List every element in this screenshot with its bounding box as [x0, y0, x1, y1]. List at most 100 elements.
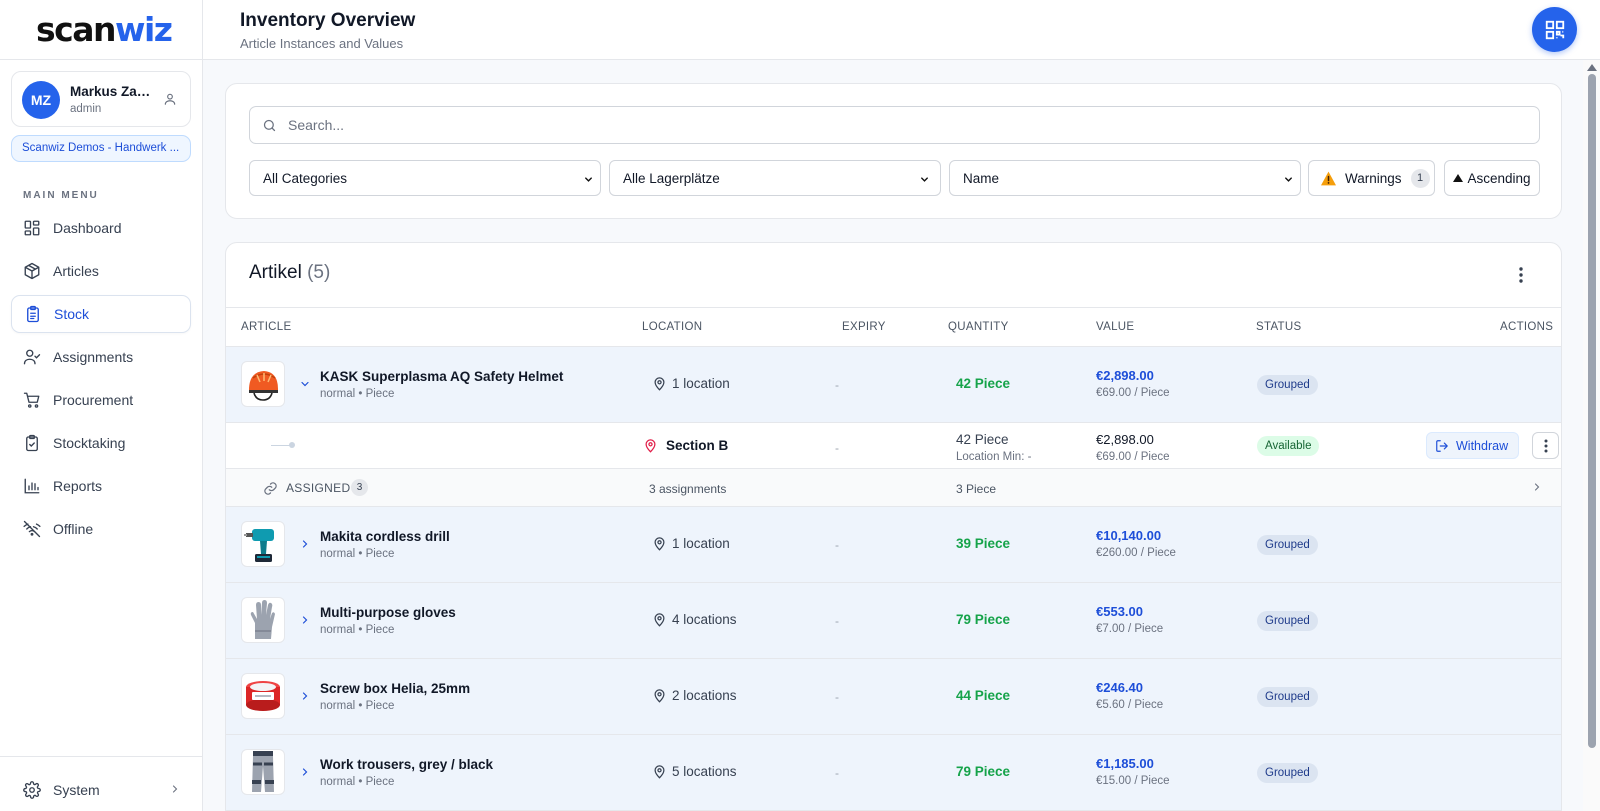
- article-meta: normal • Piece: [320, 700, 395, 712]
- sort-order-button[interactable]: Ascending: [1444, 160, 1540, 196]
- user-profile-icon[interactable]: [163, 92, 177, 106]
- location-select[interactable]: Alle Lagerplätze: [609, 160, 941, 196]
- sidebar-item-assignments[interactable]: Assignments: [11, 338, 191, 376]
- unit-price: €7.00 / Piece: [1096, 623, 1164, 635]
- table-row[interactable]: Makita cordless drill normal • Piece 1 l…: [226, 507, 1561, 583]
- search-box[interactable]: [249, 106, 1540, 144]
- withdraw-button[interactable]: Withdraw: [1426, 432, 1520, 459]
- column-header-value[interactable]: VALUE: [1096, 321, 1134, 333]
- chevron-right-icon[interactable]: [1531, 481, 1543, 493]
- page-title: Inventory Overview: [240, 10, 416, 31]
- unit-price: €69.00 / Piece: [1096, 451, 1170, 463]
- category-select[interactable]: All Categories: [249, 160, 601, 196]
- chevron-right-icon[interactable]: [299, 766, 311, 778]
- article-name[interactable]: Makita cordless drill: [320, 529, 450, 544]
- tree-node-dot: [289, 442, 295, 448]
- map-pin-icon: [654, 613, 665, 627]
- filter-panel: All Categories Alle Lagerplätze Name War…: [225, 83, 1562, 219]
- column-header-actions: ACTIONS: [1500, 321, 1554, 333]
- page-header: Inventory Overview Article Instances and…: [203, 0, 1600, 60]
- location-select-value: Alle Lagerplätze: [623, 170, 720, 186]
- column-header-quantity[interactable]: QUANTITY: [948, 321, 1009, 333]
- assigned-quantity: 3 Piece: [956, 482, 997, 496]
- chevron-right-icon[interactable]: [299, 614, 311, 626]
- table-row[interactable]: Multi-purpose gloves normal • Piece 4 lo…: [226, 583, 1561, 659]
- value-cell: €246.40: [1096, 680, 1143, 695]
- assigned-row[interactable]: ASSIGNED 3 3 assignments 3 Piece: [226, 469, 1561, 507]
- table-row[interactable]: Screw box Helia, 25mm normal • Piece 2 l…: [226, 659, 1561, 735]
- avatar: MZ: [22, 81, 60, 119]
- column-header-status[interactable]: STATUS: [1256, 321, 1301, 333]
- assignments-count: 3 assignments: [649, 482, 727, 496]
- sidebar-item-stocktaking[interactable]: Stocktaking: [11, 424, 191, 462]
- column-header-location[interactable]: LOCATION: [642, 321, 702, 333]
- box-icon: [24, 262, 40, 280]
- unit-price: €15.00 / Piece: [1096, 775, 1170, 787]
- scanwiz-logo[interactable]: scanwiz: [36, 10, 173, 49]
- page-subtitle: Article Instances and Values: [240, 36, 404, 51]
- sort-order-label: Ascending: [1467, 170, 1531, 186]
- status-badge: Available: [1257, 436, 1320, 456]
- sidebar-item-procurement[interactable]: Procurement: [11, 381, 191, 419]
- user-check-icon: [23, 349, 41, 365]
- sidebar-item-stock[interactable]: Stock: [11, 295, 191, 333]
- column-header-article[interactable]: ARTICLE: [241, 321, 291, 333]
- stock-location-row: Section B - 42 Piece Location Min: - €2,…: [226, 423, 1561, 469]
- location-cell: 4 locations: [652, 612, 737, 627]
- status-badge: Grouped: [1257, 687, 1318, 707]
- bar-chart-icon: [24, 478, 40, 494]
- location-cell: 1 location: [652, 376, 730, 391]
- warnings-button[interactable]: Warnings 1: [1308, 160, 1435, 196]
- chevron-right-icon[interactable]: [299, 690, 311, 702]
- qr-code-icon: [1545, 20, 1564, 39]
- column-header-expiry[interactable]: EXPIRY: [842, 321, 886, 333]
- table-title: Artikel (5): [249, 262, 331, 283]
- qr-scan-button[interactable]: [1532, 7, 1577, 52]
- sidebar-item-articles[interactable]: Articles: [11, 252, 191, 290]
- value-cell: €1,185.00: [1096, 756, 1154, 771]
- article-meta: normal • Piece: [320, 388, 395, 400]
- article-name[interactable]: Screw box Helia, 25mm: [320, 681, 470, 696]
- sidebar-item-offline[interactable]: Offline: [11, 510, 191, 548]
- map-pin-icon: [654, 377, 665, 391]
- trousers-image: [241, 749, 285, 795]
- quantity-cell: 39 Piece: [956, 536, 1011, 551]
- scroll-up-arrow[interactable]: [1587, 64, 1597, 71]
- user-card[interactable]: MZ Markus Zau... admin: [11, 71, 191, 127]
- user-name: Markus Zau...: [70, 84, 156, 99]
- value-cell: €2,898.00: [1096, 432, 1154, 447]
- location-cell: 2 locations: [652, 688, 737, 703]
- search-input[interactable]: [288, 108, 1518, 142]
- chevron-right-icon[interactable]: [299, 538, 311, 550]
- sidebar-item-system[interactable]: System: [11, 771, 191, 809]
- scrollbar-thumb[interactable]: [1588, 74, 1596, 748]
- category-select-value: All Categories: [263, 170, 348, 186]
- row-options-button[interactable]: [1532, 432, 1559, 459]
- dashboard-icon: [24, 220, 40, 236]
- unit-price: €69.00 / Piece: [1096, 387, 1170, 399]
- value-cell: €10,140.00: [1096, 528, 1162, 543]
- warning-icon: [1321, 171, 1336, 185]
- article-name[interactable]: KASK Superplasma AQ Safety Helmet: [320, 369, 563, 384]
- organization-selector[interactable]: Scanwiz Demos - Handwerk ...: [11, 135, 191, 162]
- table-row[interactable]: Work trousers, grey / black normal • Pie…: [226, 735, 1561, 811]
- chevron-down-icon: [585, 177, 592, 182]
- status-badge: Grouped: [1257, 763, 1318, 783]
- unit-price: €260.00 / Piece: [1096, 547, 1176, 559]
- article-name[interactable]: Work trousers, grey / black: [320, 757, 493, 772]
- chevron-down-icon[interactable]: [299, 378, 311, 390]
- article-name[interactable]: Multi-purpose gloves: [320, 605, 456, 620]
- sidebar-item-dashboard[interactable]: Dashboard: [11, 209, 191, 247]
- sidebar-item-reports[interactable]: Reports: [11, 467, 191, 505]
- expiry-cell: -: [835, 378, 839, 392]
- map-pin-icon: [645, 439, 656, 453]
- gear-icon: [23, 781, 41, 799]
- sidebar-item-label: Offline: [53, 521, 94, 537]
- table-options-button[interactable]: [1511, 264, 1531, 286]
- expiry-cell: -: [835, 766, 839, 780]
- sort-field-select[interactable]: Name: [949, 160, 1301, 196]
- table-row[interactable]: KASK Superplasma AQ Safety Helmet normal…: [226, 347, 1561, 423]
- divider: [0, 59, 203, 60]
- map-pin-icon: [654, 537, 665, 551]
- table-count: (5): [307, 262, 331, 283]
